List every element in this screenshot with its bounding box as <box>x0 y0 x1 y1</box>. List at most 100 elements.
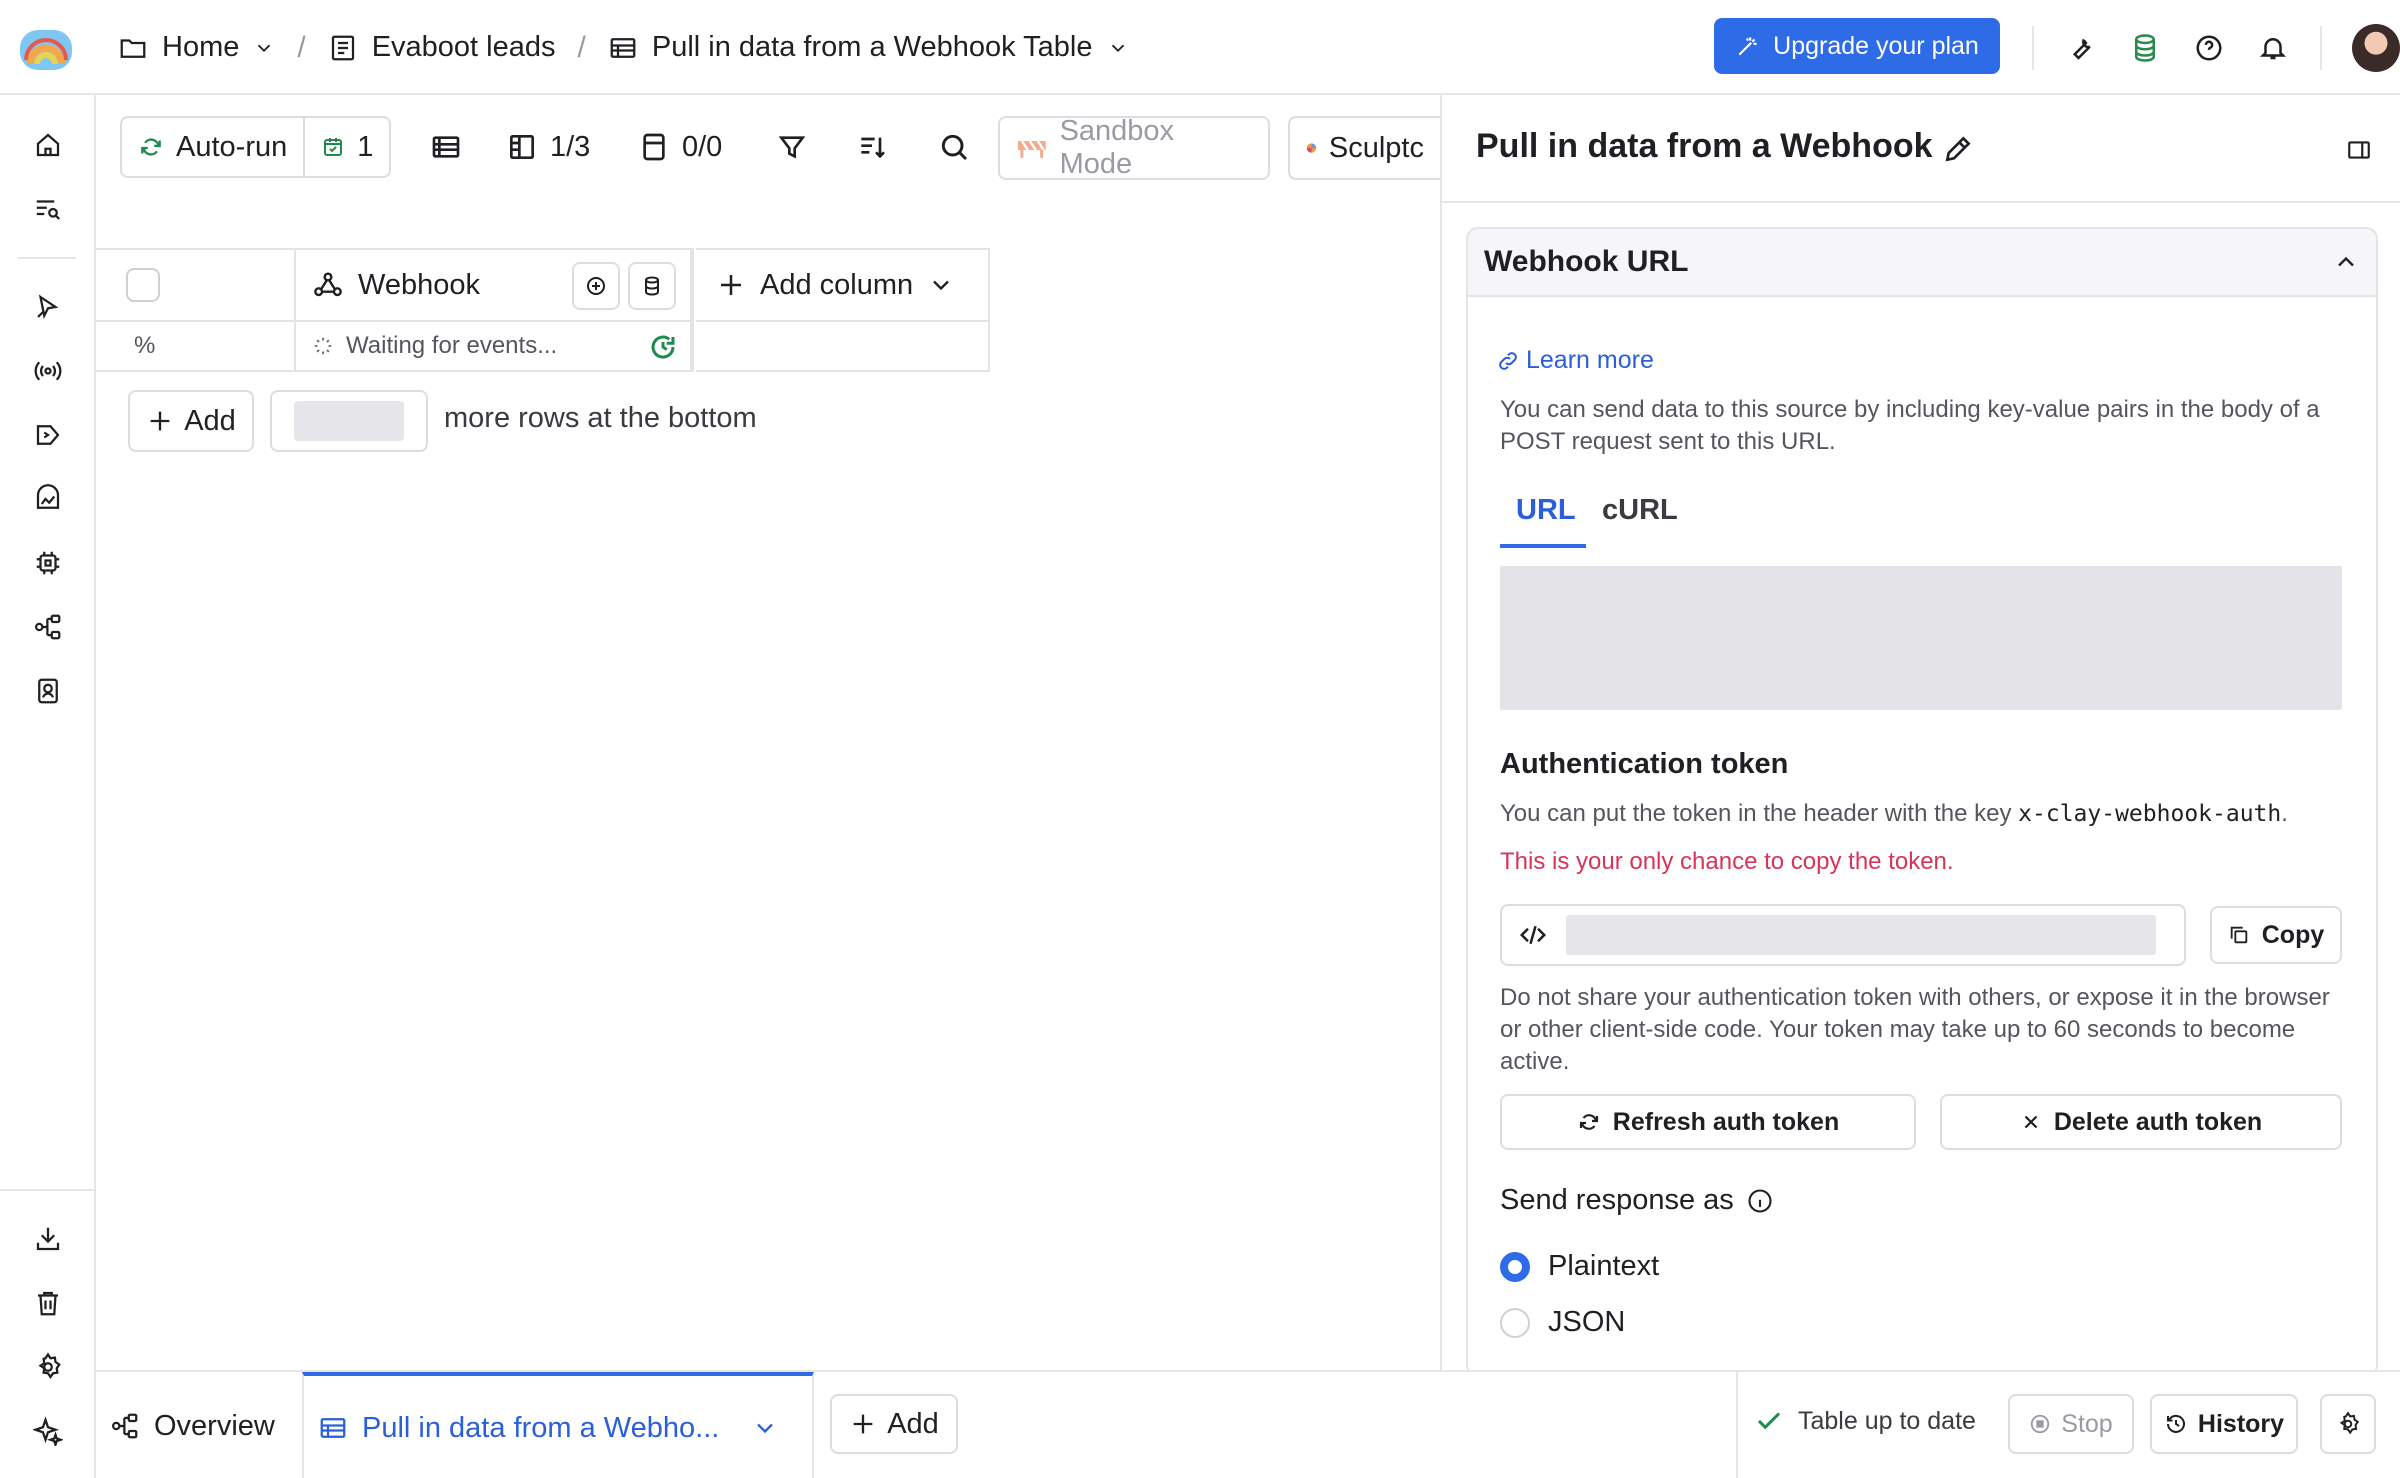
webhook-icon <box>314 272 342 297</box>
columns-count: 1/3 <box>550 130 591 163</box>
dashboard-icon[interactable] <box>30 481 66 517</box>
breadcrumb: Home / Evaboot leads / Pull in data from… <box>118 0 1129 95</box>
refresh-icon <box>141 138 161 156</box>
breadcrumb-table[interactable]: Pull in data from a Webhook Table <box>608 31 1129 64</box>
breadcrumb-workspace-label: Evaboot leads <box>371 31 556 63</box>
broadcast-icon[interactable] <box>30 353 66 389</box>
plus-circle-icon <box>587 277 605 295</box>
columns-button[interactable]: 1/3 <box>506 116 590 178</box>
table-view-button[interactable] <box>430 116 462 178</box>
document-icon <box>331 35 354 60</box>
upgrade-plan-label: Upgrade your plan <box>1773 31 1979 60</box>
breadcrumb-home[interactable]: Home <box>118 31 275 64</box>
trash-icon[interactable] <box>30 1285 66 1321</box>
search-icon <box>941 134 968 161</box>
breadcrumb-table-label: Pull in data from a Webhook Table <box>651 31 1093 63</box>
tab-overview[interactable]: Overview <box>110 1372 275 1478</box>
row-count-input[interactable] <box>270 390 428 452</box>
link-icon <box>1499 351 1517 370</box>
info-icon[interactable] <box>1746 1187 1774 1215</box>
workflow-icon <box>112 1413 138 1439</box>
edit-pencil-icon[interactable] <box>1942 133 1974 165</box>
autorun-toggle[interactable]: Auto-run <box>122 118 303 176</box>
table-icon <box>320 1418 346 1438</box>
clay-logo-icon[interactable] <box>18 20 74 72</box>
add-column-button[interactable]: Add column <box>696 248 990 322</box>
auth-token-warning: This is your only chance to copy the tok… <box>1500 848 1954 875</box>
signals-icon[interactable] <box>30 289 66 325</box>
tab-webhook-table[interactable]: Pull in data from a Webho... <box>302 1372 814 1478</box>
more-rows-text: more rows at the bottom <box>444 402 757 434</box>
chevron-up-icon <box>2338 256 2354 267</box>
help-icon[interactable] <box>2192 31 2226 65</box>
radio-plaintext-label: Plaintext <box>1548 1250 1660 1282</box>
sort-button[interactable] <box>856 116 888 178</box>
sidebar-toggle-icon[interactable] <box>2346 137 2372 163</box>
webhook-url-field[interactable] <box>1500 566 2342 710</box>
upgrade-plan-button[interactable]: Upgrade your plan <box>1714 18 2000 74</box>
tab-overview-label: Overview <box>154 1409 275 1442</box>
data-source-button[interactable] <box>628 262 676 310</box>
search-list-icon[interactable] <box>30 191 66 227</box>
plus-icon <box>721 275 741 295</box>
add-source-button[interactable] <box>572 262 620 310</box>
integration-icon[interactable] <box>30 545 66 581</box>
table-icon <box>610 37 636 58</box>
auth-token-field[interactable] <box>1500 904 2186 966</box>
stop-button[interactable]: Stop <box>2008 1394 2134 1454</box>
contacts-icon[interactable] <box>30 673 66 709</box>
empty-cell[interactable] <box>696 322 990 372</box>
add-column-label: Add column <box>760 268 914 301</box>
add-table-button[interactable]: Add <box>830 1394 958 1454</box>
chevron-down-icon <box>933 280 949 291</box>
download-icon[interactable] <box>30 1221 66 1257</box>
sculptor-button[interactable]: Sculptc <box>1288 116 1440 180</box>
table-toolbar: Auto-run 1 <box>120 116 392 178</box>
chevron-down-icon[interactable] <box>1107 37 1129 59</box>
search-button[interactable] <box>938 116 970 178</box>
select-all-checkbox[interactable] <box>126 268 160 302</box>
webhook-url-section-header[interactable]: Webhook URL <box>1468 229 2376 297</box>
table-settings-button[interactable] <box>2320 1394 2376 1454</box>
filter-icon <box>778 136 806 159</box>
chevron-down-icon[interactable] <box>253 37 275 59</box>
divider <box>18 257 76 259</box>
add-rows-button[interactable]: Add <box>128 390 254 452</box>
refresh-auth-token-button[interactable]: Refresh auth token <box>1500 1094 1916 1150</box>
autorun-group: Auto-run 1 <box>120 116 392 178</box>
refresh-circle-icon[interactable] <box>648 332 678 362</box>
workflow-icon[interactable] <box>30 609 66 645</box>
breadcrumb-workspace[interactable]: Evaboot leads <box>328 31 556 64</box>
learn-more-link[interactable]: Learn more <box>1496 346 1654 375</box>
auth-token-title: Authentication token <box>1500 748 1789 780</box>
webhook-status-cell[interactable]: Waiting for events... <box>296 322 694 372</box>
tab-url[interactable]: URL <box>1516 494 1576 527</box>
history-button[interactable]: History <box>2150 1394 2298 1454</box>
radio-json[interactable] <box>1500 1308 1530 1338</box>
chevron-down-icon[interactable] <box>751 1414 779 1442</box>
calculator-icon <box>643 133 665 161</box>
autorun-count-button[interactable]: 1 <box>303 118 389 176</box>
wrench-icon[interactable] <box>2064 31 2098 65</box>
autorun-label: Auto-run <box>176 130 288 163</box>
calendar-check-icon <box>324 138 343 156</box>
column-header-webhook[interactable]: Webhook <box>296 248 694 322</box>
sparkle-icon[interactable] <box>30 1413 66 1449</box>
sandbox-mode-button[interactable]: Sandbox Mode <box>998 115 1270 180</box>
credits-icon[interactable] <box>2128 31 2162 65</box>
tab-url-underline <box>1500 544 1586 548</box>
delete-auth-token-button[interactable]: Delete auth token <box>1940 1094 2342 1150</box>
webhook-status-text: Waiting for events... <box>346 332 558 359</box>
home-icon[interactable] <box>30 127 66 163</box>
settings-icon[interactable] <box>30 1349 66 1385</box>
avatar[interactable] <box>2352 23 2400 72</box>
tab-curl[interactable]: cURL <box>1602 494 1678 527</box>
bell-icon[interactable] <box>2256 31 2290 65</box>
row-index: % <box>134 332 156 359</box>
stop-label: Stop <box>2061 1409 2113 1438</box>
filter-button[interactable] <box>776 116 808 178</box>
copy-button[interactable]: Copy <box>2210 906 2342 964</box>
campaign-icon[interactable] <box>30 417 66 453</box>
radio-plaintext[interactable] <box>1500 1252 1530 1282</box>
enrichment-button[interactable]: 0/0 <box>638 116 722 178</box>
